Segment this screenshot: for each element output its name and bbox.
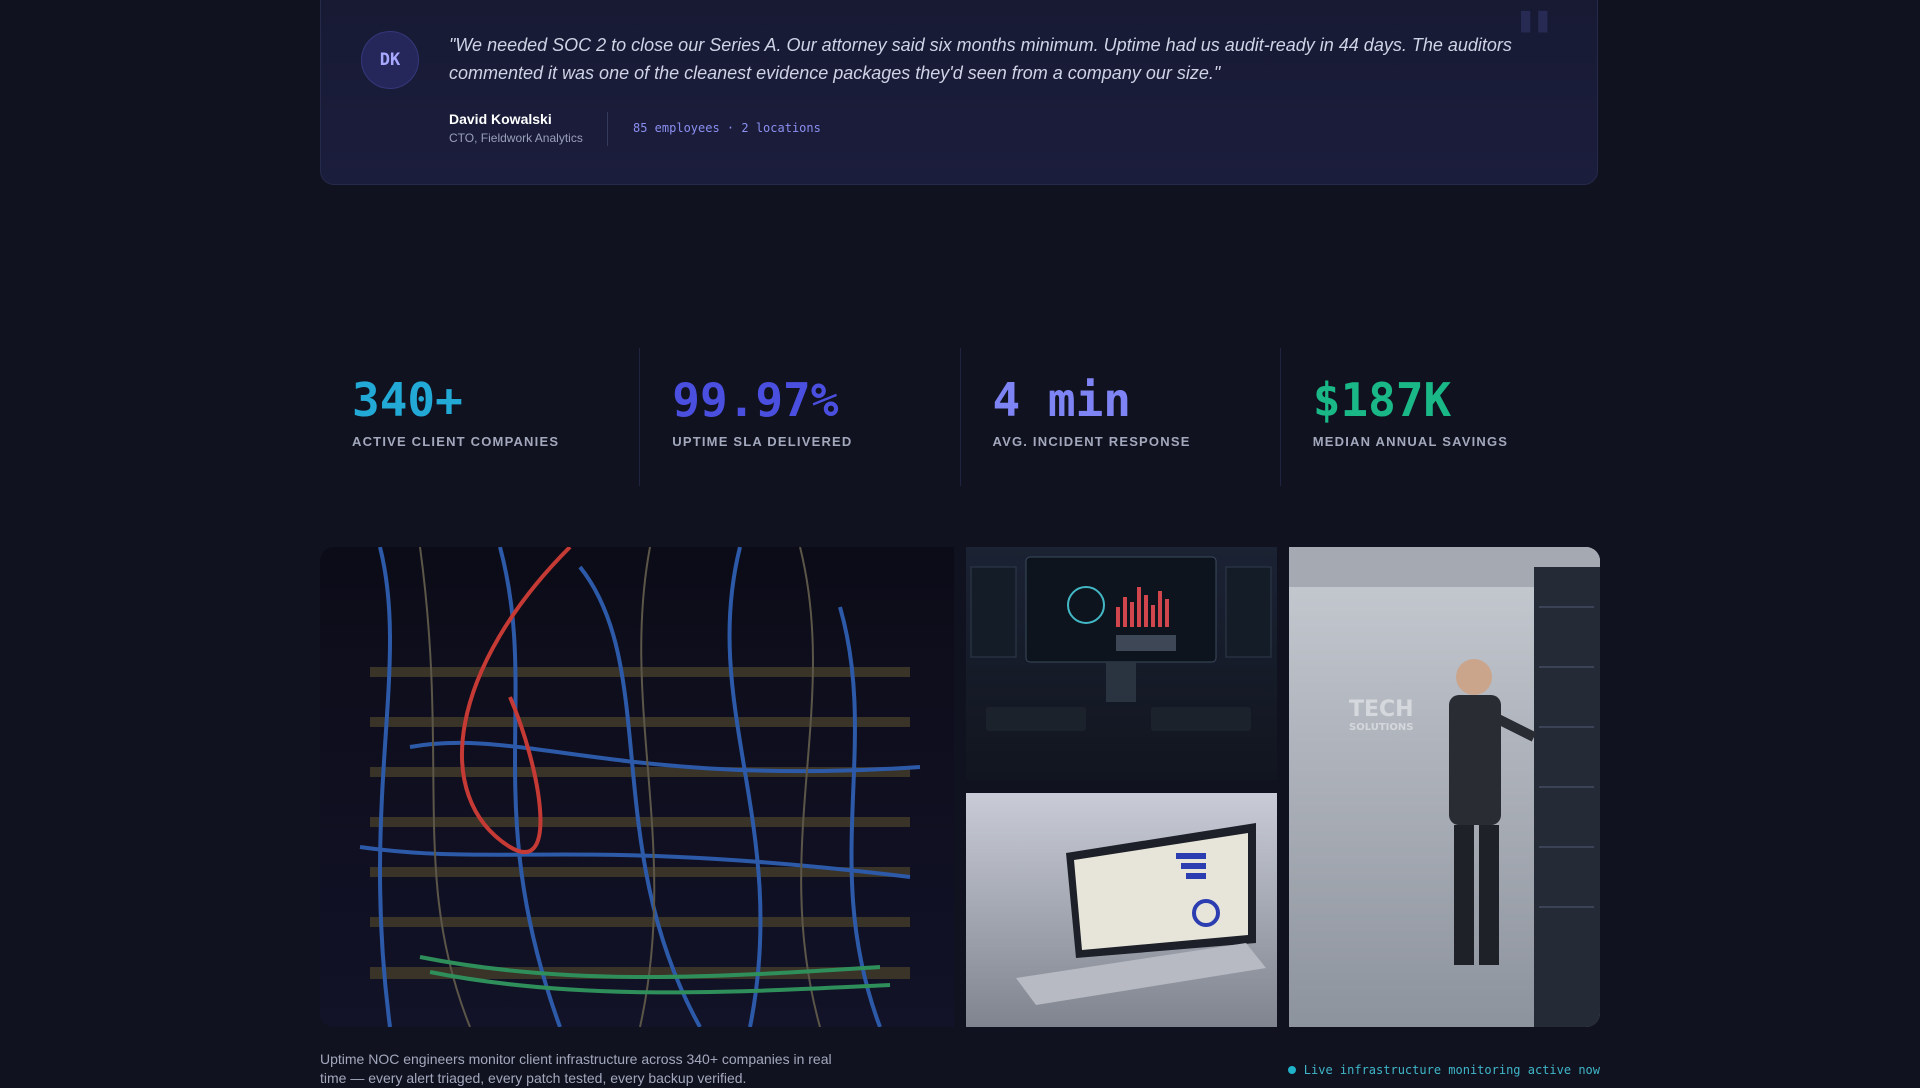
stat-label: AVG. INCIDENT RESPONSE xyxy=(992,434,1191,449)
technician-photo: TECH SOLUTIONS xyxy=(1289,547,1600,1027)
avatar: DK xyxy=(361,31,419,89)
server-rack-photo xyxy=(320,547,954,1027)
operations-center-photo xyxy=(966,547,1277,780)
testimonial-card: DK "We needed SOC 2 to close our Series … xyxy=(320,0,1598,185)
stat-value: $187K xyxy=(1312,373,1452,427)
stat-label: MEDIAN ANNUAL SAVINGS xyxy=(1312,434,1509,449)
photo-gallery: TECH SOLUTIONS xyxy=(320,547,1600,1027)
live-status: Live infrastructure monitoring active no… xyxy=(1287,1063,1600,1077)
author-role: CTO, Fieldwork Analytics xyxy=(449,131,583,145)
stat-clients: 340+ ACTIVE CLIENT COMPANIES xyxy=(320,348,639,486)
laptop-dashboard-photo xyxy=(966,793,1277,1027)
testimonial-quote: "We needed SOC 2 to close our Series A. … xyxy=(449,35,1512,83)
live-indicator-icon xyxy=(1287,1066,1296,1074)
stat-value: 99.97% xyxy=(672,373,839,427)
stat-label: UPTIME SLA DELIVERED xyxy=(672,434,853,449)
quote-mark-icon: " xyxy=(1513,0,1555,88)
divider xyxy=(607,112,608,146)
stat-response: 4 min AVG. INCIDENT RESPONSE xyxy=(959,348,1280,486)
stat-uptime: 99.97% UPTIME SLA DELIVERED xyxy=(639,348,959,486)
live-status-text: Live infrastructure monitoring active no… xyxy=(1303,1063,1600,1077)
stat-label: ACTIVE CLIENT COMPANIES xyxy=(352,434,560,449)
company-meta: 85 employees · 2 locations xyxy=(633,121,821,135)
logo-watermark: TECH SOLUTIONS xyxy=(1349,697,1414,733)
stat-value: 4 min xyxy=(992,373,1131,427)
gallery-caption: Uptime NOC engineers monitor client infr… xyxy=(320,1051,832,1086)
stat-savings: $187K MEDIAN ANNUAL SAVINGS xyxy=(1279,348,1600,486)
logo-text: TECH xyxy=(1349,697,1414,722)
stat-value: 340+ xyxy=(352,373,463,427)
author-name: David Kowalski xyxy=(449,111,552,127)
stats-row: 340+ ACTIVE CLIENT COMPANIES 99.97% UPTI… xyxy=(320,348,1600,486)
logo-subtext: SOLUTIONS xyxy=(1349,722,1414,733)
